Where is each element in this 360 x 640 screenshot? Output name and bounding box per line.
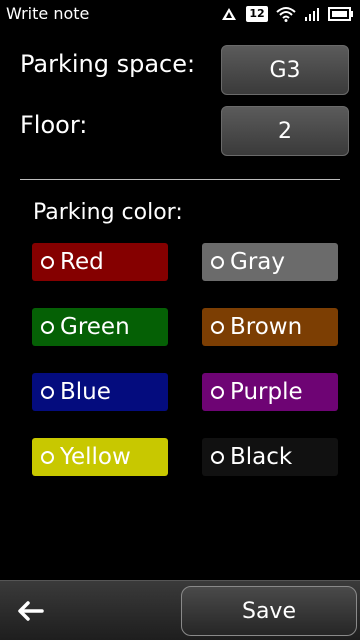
color-label: Black [230,444,293,470]
color-option-gray[interactable]: Gray [202,243,338,281]
color-label: Purple [230,379,303,405]
radio-icon [41,385,54,399]
color-option-green[interactable]: Green [32,308,168,346]
color-option-purple[interactable]: Purple [202,373,338,411]
save-button[interactable]: Save [181,586,357,636]
notification-count-badge: 12 [246,6,268,22]
status-icons: 12 [220,4,354,24]
color-option-yellow[interactable]: Yellow [32,438,168,476]
color-label: Yellow [60,444,131,470]
color-option-blue[interactable]: Blue [32,373,168,411]
radio-icon [211,320,224,334]
color-label: Green [60,314,130,340]
back-button[interactable] [8,591,52,631]
color-option-red[interactable]: Red [32,243,168,281]
signal-icon [220,6,238,22]
radio-icon [211,255,224,269]
radio-icon [211,450,224,464]
color-label: Red [60,249,104,275]
status-bar: Write note 12 [0,0,360,28]
color-label: Gray [230,249,285,275]
divider [20,179,340,180]
parking-space-label: Parking space: [20,50,196,78]
radio-icon [41,450,54,464]
floor-button[interactable]: 2 [221,106,349,156]
radio-icon [41,320,54,334]
parking-space-button[interactable]: G3 [221,45,349,95]
radio-icon [41,255,54,269]
color-label: Blue [60,379,111,405]
parking-color-title: Parking color: [33,200,183,225]
status-bar-title: Write note [6,4,90,23]
floor-label: Floor: [20,111,88,139]
wifi-icon [276,6,296,22]
battery-icon [328,6,354,22]
color-label: Brown [230,314,303,340]
bottom-toolbar: Save [0,580,360,640]
color-option-black[interactable]: Black [202,438,338,476]
color-option-brown[interactable]: Brown [202,308,338,346]
signal-bars-icon [304,6,320,22]
arrow-left-icon [16,600,44,622]
radio-icon [211,385,224,399]
